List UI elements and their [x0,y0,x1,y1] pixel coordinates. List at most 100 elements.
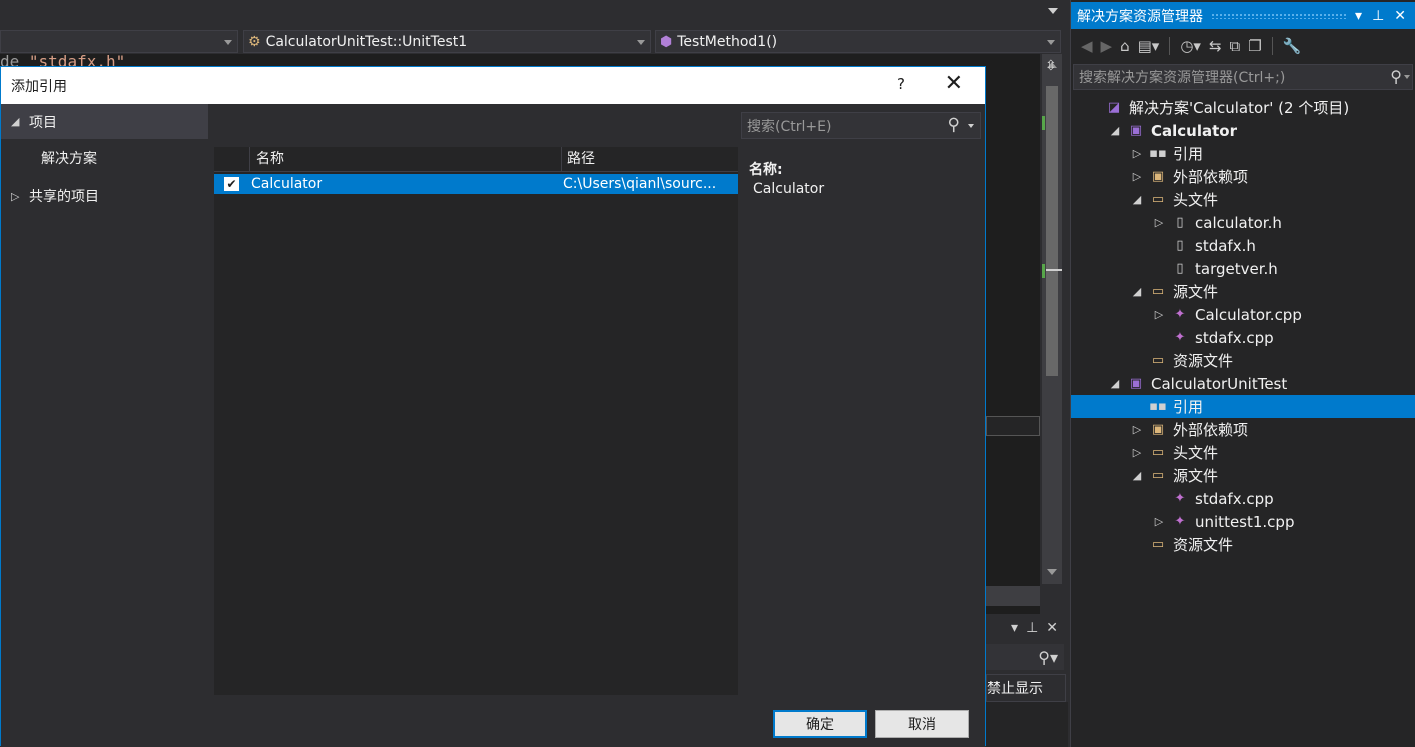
chevron-down-icon [637,40,645,45]
tree-item-label: 引用 [1173,145,1204,163]
tree-item[interactable]: ✦ stdafx.cpp [1071,487,1415,510]
ok-button[interactable]: 确定 [773,710,867,738]
table-row[interactable]: ✔ Calculator C:\Users\qianl\sourc... [214,174,738,194]
close-icon[interactable]: ✕ [945,71,963,96]
header-file-icon: ▯ [1176,215,1184,230]
tree-item-label: 资源文件 [1173,352,1234,370]
tree-item[interactable]: ▯ stdafx.h [1071,234,1415,257]
tree-item[interactable]: ✦ stdafx.cpp [1071,326,1415,349]
collapsed-triangle-icon[interactable]: ▷ [1131,147,1143,160]
tree-item-label: unittest1.cpp [1195,512,1295,531]
reference-checkbox[interactable]: ✔ [224,177,239,191]
bottom-panel-search[interactable]: ⚲▾ [986,644,1064,670]
collapsed-triangle-icon[interactable]: ▷ [1131,446,1143,459]
tree-item[interactable]: ◪ 解决方案'Calculator' (2 个项目) [1071,96,1415,119]
tree-item[interactable]: ▪▪ 引用 [1071,395,1415,418]
pending-changes-icon[interactable]: ◷▾ [1180,37,1201,55]
nav-section-projects[interactable]: ◢ 项目 [1,104,208,139]
chevron-down-icon [1047,40,1055,45]
collapse-all-icon[interactable]: ⧉ [1230,37,1241,55]
toolbar-separator [1271,37,1273,55]
sync-icon[interactable]: ⇆ [1209,37,1222,55]
tree-item[interactable]: ◢ ▭ 源文件 [1071,280,1415,303]
chevron-down-icon[interactable] [1048,8,1058,14]
chevron-down-icon [224,40,232,45]
column-header-path[interactable]: 路径 [562,147,738,171]
pin-icon[interactable]: ⊥ [1026,620,1038,636]
solution-explorer-title-bar: 解决方案资源管理器 ▾ ⊥ ✕ [1071,2,1415,29]
nav-item-shared-projects[interactable]: ▷ 共享的项目 [1,177,208,215]
properties-icon[interactable]: 🔧 [1283,37,1302,55]
show-all-files-icon[interactable]: ❐ [1248,37,1261,55]
search-icon: ⚲▾ [1038,647,1058,667]
search-icon[interactable]: ⚲ [948,115,960,135]
project-combo[interactable] [0,30,238,53]
tree-item[interactable]: ◢ ▣ CalculatorUnitTest [1071,372,1415,395]
header-file-icon: ▯ [1176,238,1184,253]
tree-item[interactable]: ◢ ▭ 头文件 [1071,188,1415,211]
editor-horizontal-scrollbar[interactable] [986,586,1040,606]
expanded-triangle-icon[interactable]: ◢ [1131,285,1143,298]
collapsed-triangle-icon[interactable]: ▷ [1153,515,1165,528]
solution-tree: ◪ 解决方案'Calculator' (2 个项目) ◢ ▣ Calculator ▷ ▪▪… [1071,96,1415,556]
member-combo[interactable]: ⬢ TestMethod1() [655,30,1061,53]
title-grip [1211,12,1348,19]
folder-icon: ▭ [1151,353,1165,368]
scroll-down-icon[interactable] [1047,569,1057,575]
expanded-triangle-icon[interactable]: ◢ [1131,469,1143,482]
tree-item[interactable]: ◢ ▣ Calculator [1071,119,1415,142]
forward-icon[interactable]: ▶ [1101,37,1113,55]
expanded-triangle-icon[interactable]: ◢ [1109,124,1121,137]
home-icon[interactable]: ⌂ [1120,37,1130,55]
column-header-name[interactable]: 名称 [250,147,562,171]
pin-icon[interactable]: ⊥ [1372,8,1384,24]
navigation-bar: ⚙ CalculatorUnitTest::UnitTest1 ⬢ TestMe… [0,28,1068,54]
cpp-file-icon: ✦ [1174,491,1186,506]
collapsed-triangle-icon[interactable]: ▷ [11,190,19,203]
collapsed-triangle-icon[interactable]: ▷ [1131,423,1143,436]
tree-item[interactable]: ▷ ▯ calculator.h [1071,211,1415,234]
dialog-title: 添加引用 [11,78,67,95]
solution-explorer-search[interactable]: 搜索解决方案资源管理器(Ctrl+;) ⚲ [1073,64,1413,90]
collapsed-triangle-icon[interactable]: ▷ [1131,170,1143,183]
tree-item[interactable]: ▷ ▣ 外部依赖项 [1071,165,1415,188]
tree-item-label: 解决方案'Calculator' (2 个项目) [1129,99,1350,117]
expanded-triangle-icon[interactable]: ◢ [1131,193,1143,206]
method-icon: ⬢ [660,33,673,50]
nav-item-solution[interactable]: 解决方案 [1,139,208,177]
dropdown-icon[interactable]: ▾ [1011,620,1018,636]
class-icon: ⚙ [248,33,261,50]
tree-item[interactable]: ▷ ✦ unittest1.cpp [1071,510,1415,533]
back-icon[interactable]: ◀ [1081,37,1093,55]
collapsed-triangle-icon[interactable]: ▷ [1153,216,1165,229]
tree-item[interactable]: ▭ 资源文件 [1071,533,1415,556]
collapsed-triangle-icon[interactable]: ▷ [1153,308,1165,321]
member-combo-label: TestMethod1() [677,33,778,50]
cancel-button[interactable]: 取消 [875,710,969,738]
editor-vertical-scrollbar[interactable] [1042,54,1062,584]
references-icon: ▪▪ [1149,146,1167,161]
nav-item-label: 解决方案 [41,151,97,167]
dropdown-icon[interactable]: ▾ [1355,8,1362,24]
dialog-search-input[interactable]: 搜索(Ctrl+E) ⚲ [741,112,981,139]
help-button[interactable]: ? [897,75,905,93]
tree-item[interactable]: ▯ targetver.h [1071,257,1415,280]
scrollbar-thumb[interactable] [1046,86,1058,376]
switch-views-icon[interactable]: ▤▾ [1138,37,1160,55]
split-icon[interactable]: ⇳ [1045,58,1059,74]
class-combo[interactable]: ⚙ CalculatorUnitTest::UnitTest1 [243,30,651,53]
tree-item[interactable]: ▷ ▪▪ 引用 [1071,142,1415,165]
chevron-down-icon[interactable] [968,124,974,128]
close-icon[interactable]: ✕ [1046,620,1058,636]
close-icon[interactable]: ✕ [1394,8,1406,24]
tree-item[interactable]: ▭ 资源文件 [1071,349,1415,372]
expanded-triangle-icon[interactable]: ◢ [11,115,19,128]
tree-item[interactable]: ◢ ▭ 源文件 [1071,464,1415,487]
expanded-triangle-icon[interactable]: ◢ [1109,377,1121,390]
tree-item[interactable]: ▷ ▭ 头文件 [1071,441,1415,464]
chevron-down-icon[interactable] [1404,75,1410,79]
tree-item[interactable]: ▷ ✦ Calculator.cpp [1071,303,1415,326]
tree-item[interactable]: ▷ ▣ 外部依赖项 [1071,418,1415,441]
dialog-title-bar: 添加引用 ? ✕ [1,67,985,104]
search-icon[interactable]: ⚲ [1390,67,1402,86]
